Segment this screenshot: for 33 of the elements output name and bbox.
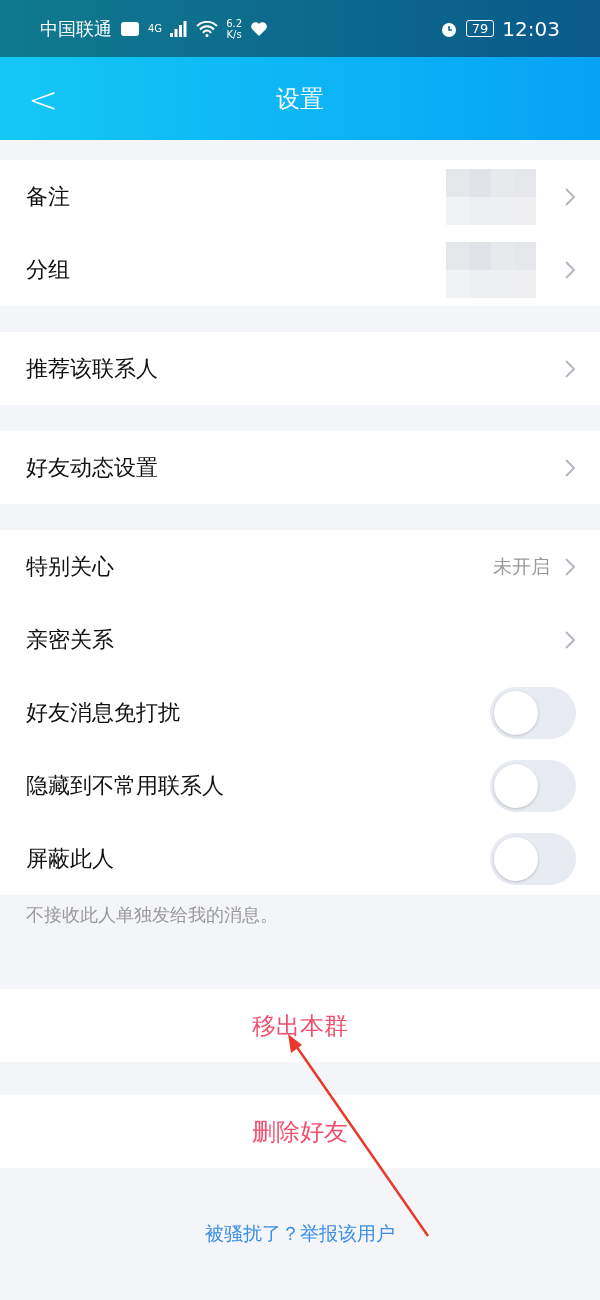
setting-label: 屏蔽此人 [26, 844, 115, 873]
network-speed: 6.2 K/s [226, 17, 243, 40]
chevron-icon [564, 457, 576, 478]
setting-label: 推荐该联系人 [26, 354, 159, 383]
toggle-switch[interactable] [490, 832, 576, 885]
setting-label: 分组 [26, 255, 71, 284]
setting-row[interactable]: 亲密关系 [0, 603, 600, 676]
page-title: 设置 [276, 83, 324, 115]
carrier-name: 中国联通 [40, 16, 112, 41]
setting-row[interactable]: 特别关心 未开启 [0, 530, 600, 603]
chevron-icon [564, 358, 576, 379]
chevron-icon [564, 259, 576, 280]
wifi-icon [196, 20, 219, 37]
chevron-icon [564, 629, 576, 650]
toggle-switch[interactable] [490, 759, 576, 812]
setting-label: 好友消息免打扰 [26, 698, 181, 727]
toggle-switch[interactable] [490, 686, 576, 739]
setting-label: 特别关心 [26, 552, 115, 581]
network-type: 4G [148, 23, 163, 34]
setting-row[interactable]: 好友动态设置 [0, 431, 600, 504]
setting-label: 好友动态设置 [26, 453, 159, 482]
chevron-icon [564, 556, 576, 577]
signal-icon [170, 20, 189, 37]
setting-value: 未开启 [493, 553, 550, 579]
chevron-icon [564, 186, 576, 207]
battery-level: 79 [465, 20, 495, 37]
setting-row[interactable]: 推荐该联系人 [0, 332, 600, 405]
clock-time: 12:03 [502, 16, 560, 41]
heart-icon [250, 20, 269, 37]
hd-icon [120, 20, 140, 37]
setting-label: 隐藏到不常用联系人 [26, 771, 225, 800]
setting-label: 亲密关系 [26, 625, 115, 654]
setting-label: 备注 [26, 182, 71, 211]
